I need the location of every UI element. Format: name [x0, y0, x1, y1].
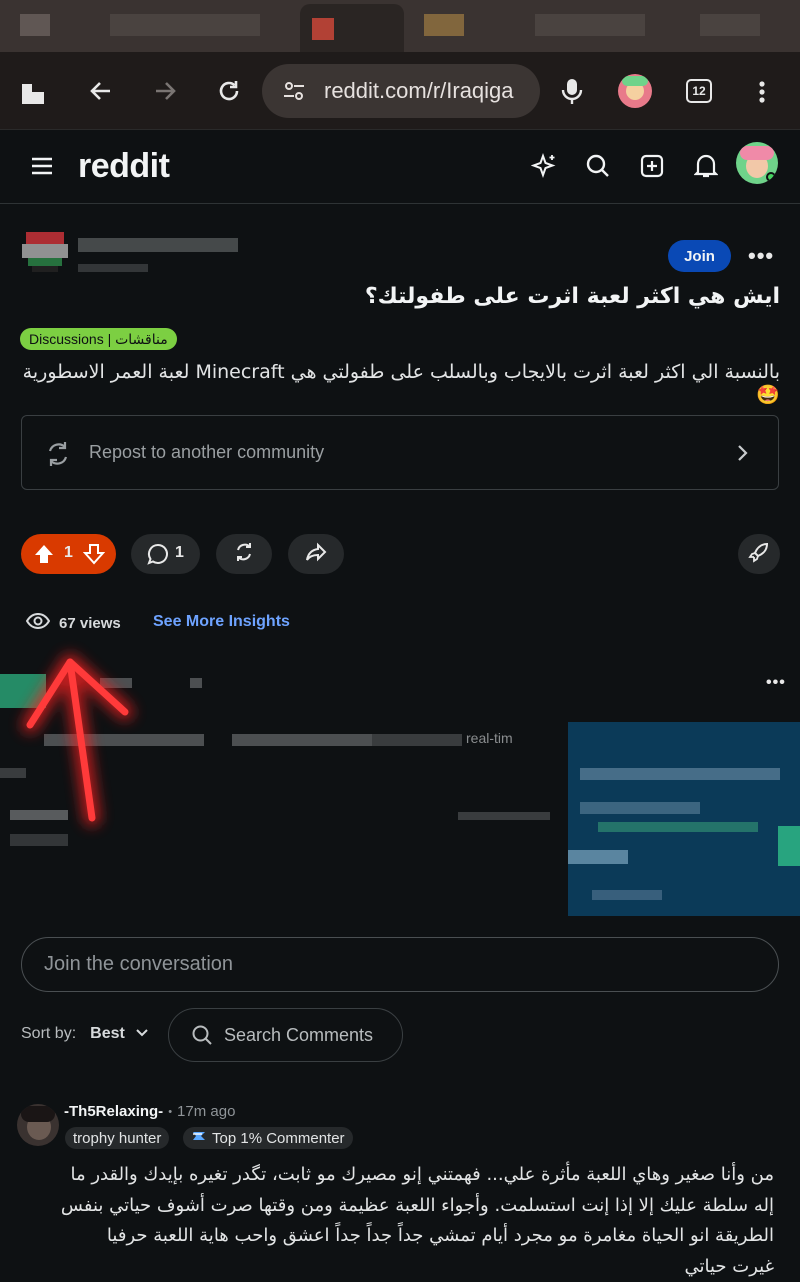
promo-blur-bar: [458, 812, 550, 820]
comment-text: من وأنا صغير وهاي اللعبة مأثرة علي... فه…: [60, 1164, 774, 1277]
upvote-icon[interactable]: [33, 543, 55, 570]
join-button[interactable]: Join: [668, 240, 731, 272]
blurred-tab[interactable]: [700, 14, 760, 36]
crosspost-icon: [233, 541, 255, 568]
hamburger-menu-icon[interactable]: [30, 154, 54, 178]
post-options-icon[interactable]: •••: [748, 243, 774, 269]
comment-time: 17m ago: [177, 1103, 236, 1120]
sort-value: Best: [90, 1025, 125, 1042]
share-arrow-icon: [305, 541, 327, 568]
vote-count: 1: [64, 544, 73, 561]
comment-header: -Th5Relaxing- • 17m ago: [64, 1103, 235, 1120]
microphone-icon[interactable]: [558, 76, 586, 106]
search-comments-placeholder: Search Comments: [224, 1024, 374, 1045]
address-bar[interactable]: reddit.com/r/Iraqiga: [262, 64, 540, 118]
sort-control[interactable]: Sort by: Best: [21, 1025, 149, 1043]
search-icon: [191, 1024, 213, 1051]
repost-icon: [44, 440, 72, 473]
create-post-icon[interactable]: [638, 152, 666, 180]
user-flair-badge: trophy hunter: [65, 1127, 170, 1149]
forward-arrow-icon[interactable]: [150, 76, 180, 106]
commenter-avatar[interactable]: [17, 1104, 59, 1146]
views-label: 67 views: [59, 614, 121, 632]
browser-toolbar: reddit.com/r/Iraqiga 12: [0, 52, 800, 130]
url-text: reddit.com/r/Iraqiga: [324, 78, 514, 103]
browser-menu-icon[interactable]: [752, 78, 772, 106]
user-avatar[interactable]: [736, 142, 778, 184]
promo-blur-bar: [232, 734, 372, 746]
rocket-icon: [748, 541, 770, 568]
comment-count: 1: [175, 544, 184, 561]
top-commenter-badge: Top 1% Commenter: [183, 1127, 353, 1149]
eye-icon: [25, 612, 51, 634]
vote-control: 1: [21, 534, 116, 574]
reload-icon[interactable]: [214, 76, 244, 106]
post-flair[interactable]: Discussions | مناقشات: [20, 328, 177, 350]
post-title[interactable]: ايش هي اكثر لعبة اثرت على طفولتك؟: [20, 284, 780, 309]
blurred-tab[interactable]: [20, 14, 50, 36]
notifications-bell-icon[interactable]: [692, 152, 720, 180]
promo-options-icon[interactable]: •••: [766, 674, 786, 692]
promo-partial-text: real-tim: [466, 730, 513, 746]
back-arrow-icon[interactable]: [86, 76, 116, 106]
active-tab[interactable]: [300, 4, 404, 52]
promo-image-blurred: [568, 722, 800, 916]
comments-button[interactable]: 1: [131, 534, 200, 574]
blurred-tab[interactable]: [424, 14, 464, 36]
tab-switcher-button[interactable]: 12: [686, 79, 712, 103]
search-comments-input[interactable]: Search Comments: [168, 1008, 403, 1062]
post-body: بالنسبة الي اكثر لعبة اثرت بالايجاب وبال…: [22, 361, 780, 406]
downvote-icon[interactable]: [82, 543, 106, 570]
meta-separator: •: [168, 1105, 173, 1118]
share-button[interactable]: [288, 534, 344, 574]
join-conversation-input[interactable]: Join the conversation: [21, 937, 779, 992]
annotation-arrow-icon: [22, 654, 133, 826]
top-commenter-label: Top 1% Commenter: [212, 1129, 345, 1147]
comment-bubble-icon: [147, 543, 169, 570]
boost-button[interactable]: [738, 534, 780, 574]
promo-blur-bar: [372, 734, 462, 746]
blurred-tab[interactable]: [110, 14, 260, 36]
repost-label: Repost to another community: [89, 442, 325, 462]
comment-author[interactable]: -Th5Relaxing-: [64, 1103, 163, 1120]
site-settings-icon[interactable]: [282, 79, 306, 109]
achievement-icon: [191, 1129, 207, 1147]
reddit-header: reddit: [0, 130, 800, 204]
community-name-blurred[interactable]: [78, 238, 238, 252]
chevron-down-icon: [135, 1025, 149, 1043]
crosspost-button[interactable]: [216, 534, 272, 574]
sidebar-toggle-icon[interactable]: [20, 78, 46, 106]
search-icon[interactable]: [584, 152, 612, 180]
chevron-right-icon: [736, 444, 748, 467]
sort-label: Sort by:: [21, 1025, 77, 1042]
see-more-insights-link[interactable]: See More Insights: [153, 613, 290, 631]
blurred-tab[interactable]: [535, 14, 645, 36]
reddit-logo[interactable]: reddit: [78, 147, 170, 186]
views-counter: 67 views: [25, 612, 121, 634]
repost-to-community-row[interactable]: Repost to another community: [21, 415, 779, 490]
browser-tab-strip: [0, 0, 800, 52]
ai-sparkle-icon[interactable]: [530, 152, 558, 180]
community-icon[interactable]: [22, 232, 68, 274]
post-meta-blurred: [78, 264, 148, 272]
browser-profile-avatar[interactable]: [618, 74, 652, 108]
